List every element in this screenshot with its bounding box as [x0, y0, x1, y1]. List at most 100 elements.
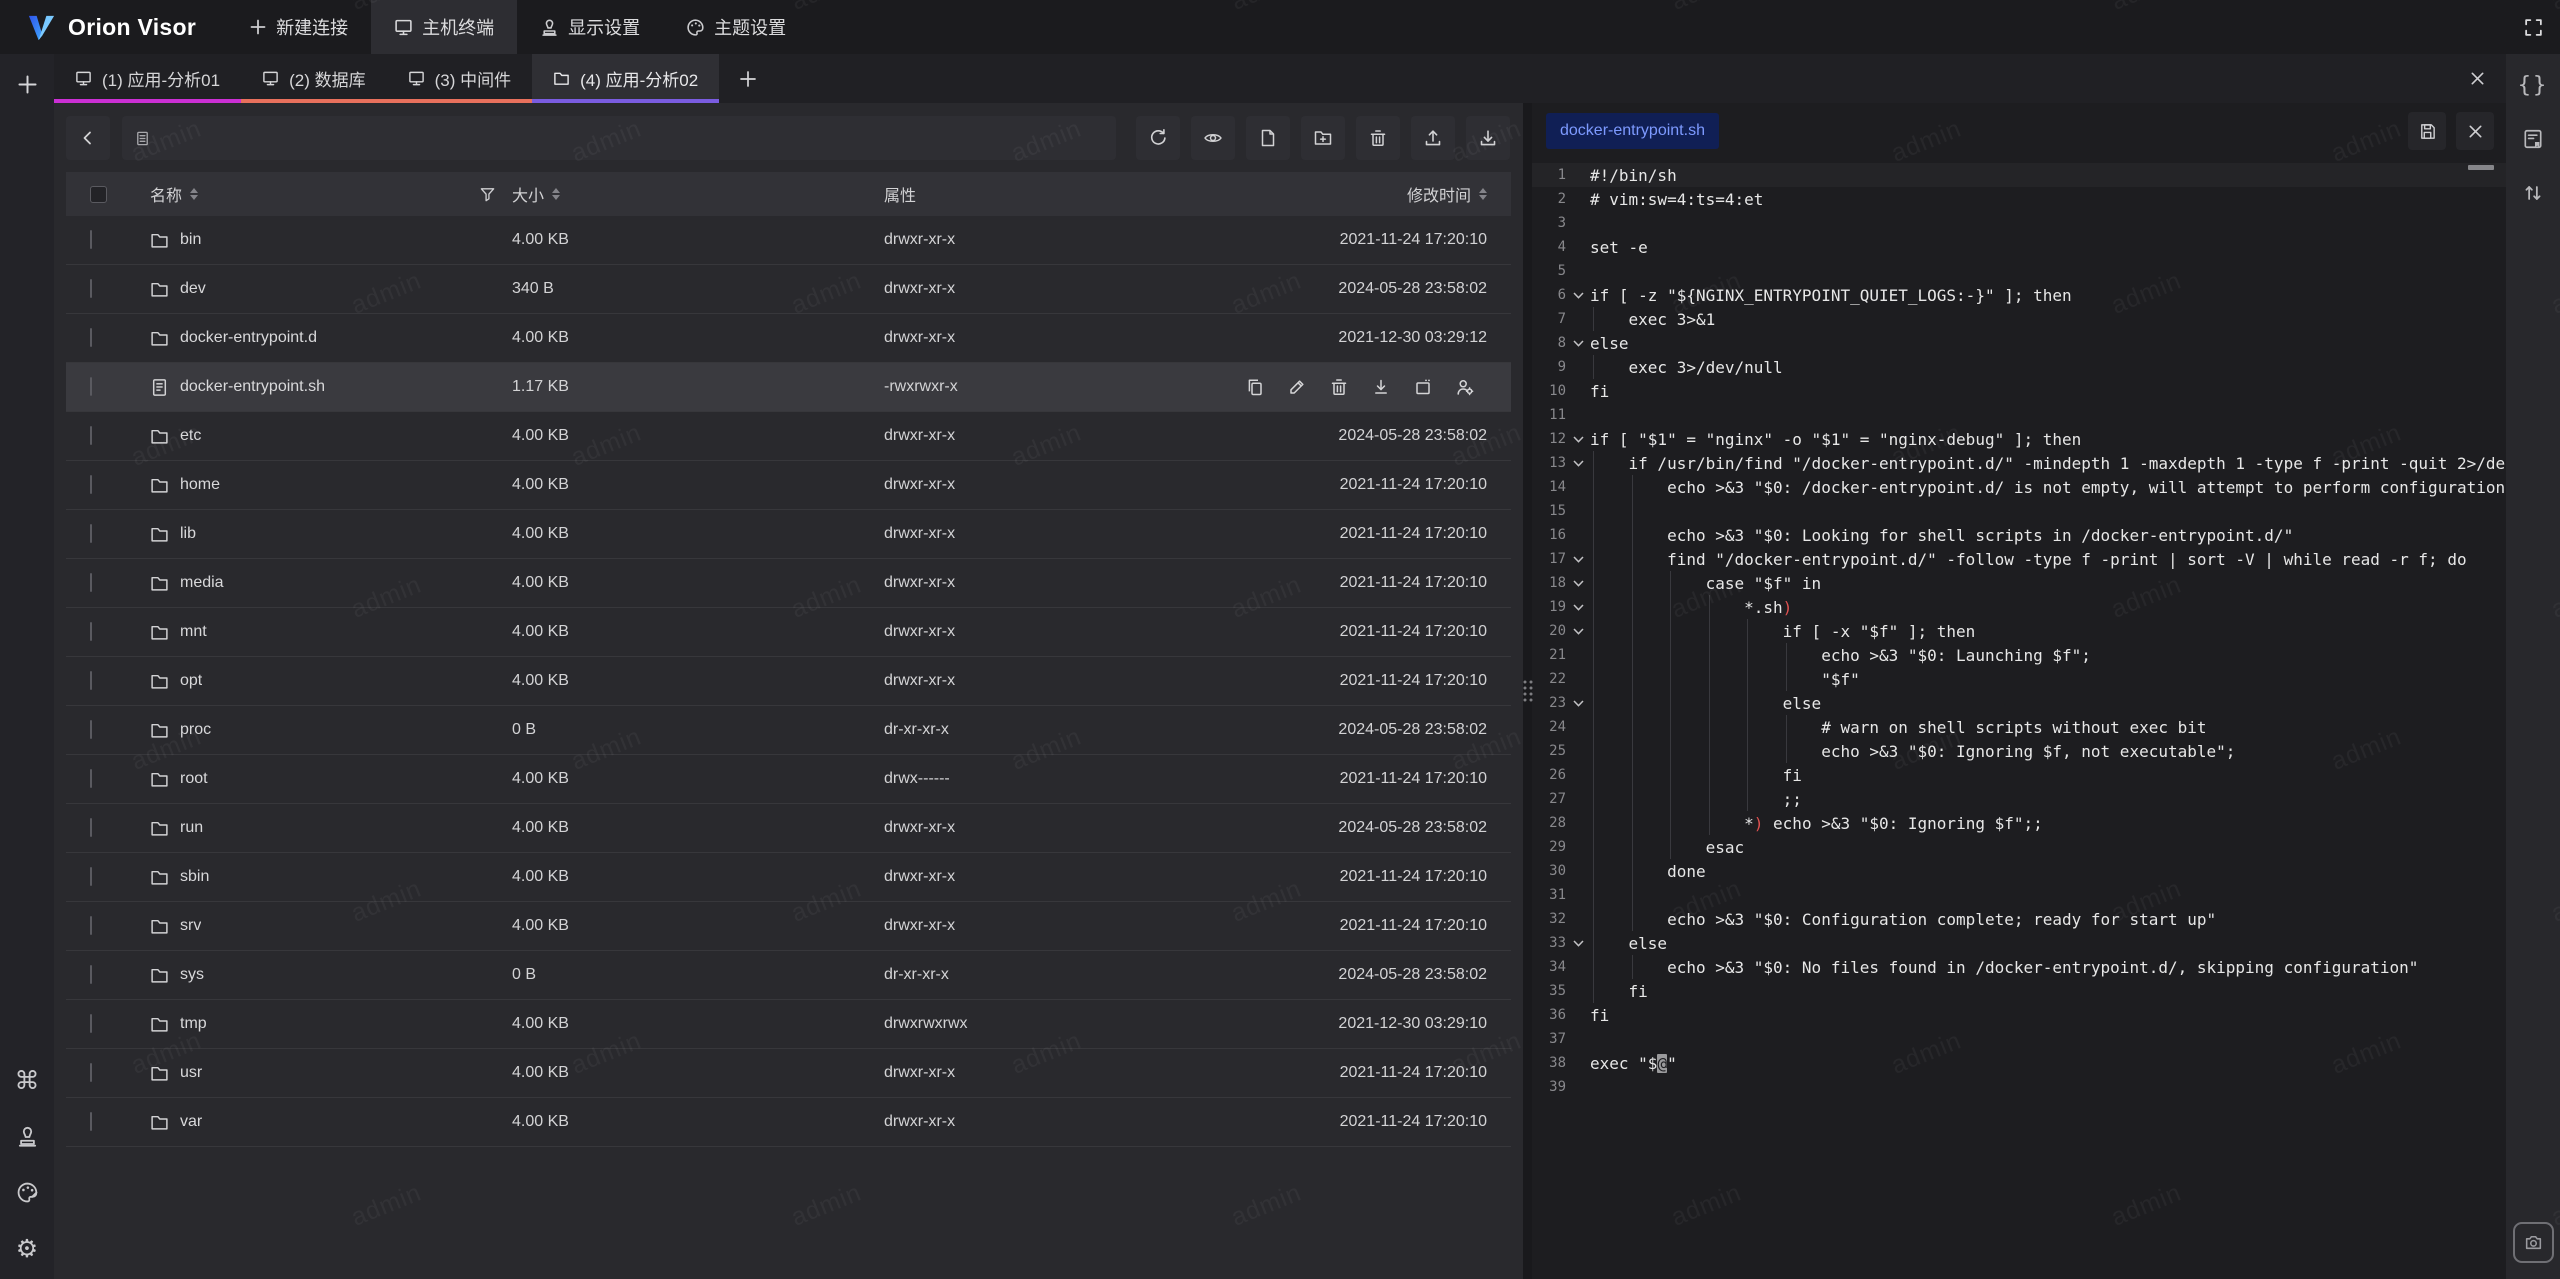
row-checkbox[interactable]: [90, 328, 92, 347]
row-checkbox[interactable]: [90, 377, 92, 396]
code-line[interactable]: 25 echo >&3 "$0: Ignoring $f, not execut…: [1532, 739, 2506, 763]
row-checkbox[interactable]: [90, 965, 92, 984]
fold-chevron-icon[interactable]: [1566, 604, 1590, 611]
upload-button[interactable]: [1411, 116, 1455, 160]
menu-new-connection[interactable]: 新建连接: [226, 0, 371, 54]
code-line[interactable]: 28 *) echo >&3 "$0: Ignoring $f";;: [1532, 811, 2506, 835]
settings-button[interactable]: ⚙: [10, 1231, 44, 1265]
menu-host-terminal[interactable]: 主机终端: [371, 0, 517, 54]
back-button[interactable]: [66, 116, 110, 160]
row-checkbox[interactable]: [90, 1063, 92, 1082]
code-line[interactable]: 9 exec 3>/dev/null: [1532, 355, 2506, 379]
column-header-name[interactable]: 名称: [150, 182, 512, 206]
row-checkbox[interactable]: [90, 671, 92, 690]
code-line[interactable]: 19 *.sh): [1532, 595, 2506, 619]
file-table-row[interactable]: tmp 4.00 KB drwxrwxrwx 2021-12-30 03:29:…: [66, 1000, 1511, 1049]
editor-file-tab[interactable]: docker-entrypoint.sh: [1546, 113, 1719, 149]
column-header-mtime[interactable]: 修改时间: [1304, 182, 1511, 206]
code-line[interactable]: 5: [1532, 259, 2506, 283]
variables-button[interactable]: {}: [2516, 68, 2550, 102]
code-line[interactable]: 20 if [ -x "$f" ]; then: [1532, 619, 2506, 643]
file-table-row[interactable]: mnt 4.00 KB drwxr-xr-x 2021-11-24 17:20:…: [66, 608, 1511, 657]
file-table-row[interactable]: etc 4.00 KB drwxr-xr-x 2024-05-28 23:58:…: [66, 412, 1511, 461]
code-line[interactable]: 37: [1532, 1027, 2506, 1051]
code-line[interactable]: 16 echo >&3 "$0: Looking for shell scrip…: [1532, 523, 2506, 547]
delete-button[interactable]: [1356, 116, 1400, 160]
edit-file-button[interactable]: [1287, 377, 1307, 397]
file-table-row[interactable]: proc 0 B dr-xr-xr-x 2024-05-28 23:58:02: [66, 706, 1511, 755]
row-checkbox[interactable]: [90, 524, 92, 543]
row-checkbox[interactable]: [90, 720, 92, 739]
code-line[interactable]: 11: [1532, 403, 2506, 427]
row-checkbox[interactable]: [90, 867, 92, 886]
add-tab-button[interactable]: [719, 54, 777, 103]
session-tab[interactable]: (1) 应用-分析01: [54, 54, 241, 103]
row-checkbox[interactable]: [90, 1014, 92, 1033]
file-bookmark-button[interactable]: [2516, 122, 2550, 156]
delete-file-button[interactable]: [1329, 377, 1349, 397]
code-line[interactable]: 35 fi: [1532, 979, 2506, 1003]
code-line[interactable]: 18 case "$f" in: [1532, 571, 2506, 595]
code-line[interactable]: 4set -e: [1532, 235, 2506, 259]
code-line[interactable]: 22 "$f": [1532, 667, 2506, 691]
code-line[interactable]: 32 echo >&3 "$0: Configuration complete;…: [1532, 907, 2506, 931]
fold-chevron-icon[interactable]: [1566, 292, 1590, 299]
row-checkbox[interactable]: [90, 230, 92, 249]
close-editor-button[interactable]: [2456, 112, 2494, 150]
sort-icon[interactable]: [552, 188, 560, 200]
code-line[interactable]: 31: [1532, 883, 2506, 907]
session-tab[interactable]: (4) 应用-分析02: [532, 54, 719, 103]
menu-theme-settings[interactable]: 主题设置: [663, 0, 809, 54]
row-checkbox[interactable]: [90, 916, 92, 935]
code-line[interactable]: 23 else: [1532, 691, 2506, 715]
truncate-file-button[interactable]: [1413, 377, 1433, 397]
fold-chevron-icon[interactable]: [1566, 460, 1590, 467]
filter-icon[interactable]: [479, 186, 496, 203]
code-line[interactable]: 29 esac: [1532, 835, 2506, 859]
file-table-row[interactable]: bin 4.00 KB drwxr-xr-x 2021-11-24 17:20:…: [66, 216, 1511, 265]
fold-chevron-icon[interactable]: [1566, 556, 1590, 563]
save-file-button[interactable]: [2408, 112, 2446, 150]
refresh-button[interactable]: [1136, 116, 1180, 160]
file-table-row[interactable]: usr 4.00 KB drwxr-xr-x 2021-11-24 17:20:…: [66, 1049, 1511, 1098]
sort-icon[interactable]: [190, 188, 198, 200]
code-line[interactable]: 8else: [1532, 331, 2506, 355]
download-button[interactable]: [1466, 116, 1510, 160]
menu-display-settings[interactable]: 显示设置: [517, 0, 663, 54]
code-line[interactable]: 3: [1532, 211, 2506, 235]
file-table-row[interactable]: docker-entrypoint.d 4.00 KB drwxr-xr-x 2…: [66, 314, 1511, 363]
code-line[interactable]: 6if [ -z "${NGINX_ENTRYPOINT_QUIET_LOGS:…: [1532, 283, 2506, 307]
fold-chevron-icon[interactable]: [1566, 700, 1590, 707]
row-checkbox[interactable]: [90, 573, 92, 592]
row-checkbox[interactable]: [90, 279, 92, 298]
file-table-row[interactable]: opt 4.00 KB drwxr-xr-x 2021-11-24 17:20:…: [66, 657, 1511, 706]
code-line[interactable]: 21 echo >&3 "$0: Launching $f";: [1532, 643, 2506, 667]
preview-button[interactable]: [1191, 116, 1235, 160]
code-line[interactable]: 12if [ "$1" = "nginx" -o "$1" = "nginx-d…: [1532, 427, 2506, 451]
code-line[interactable]: 39: [1532, 1075, 2506, 1099]
fold-chevron-icon[interactable]: [1566, 580, 1590, 587]
code-line[interactable]: 1#!/bin/sh: [1532, 163, 2506, 187]
file-table-row[interactable]: media 4.00 KB drwxr-xr-x 2021-11-24 17:2…: [66, 559, 1511, 608]
code-line[interactable]: 34 echo >&3 "$0: No files found in /dock…: [1532, 955, 2506, 979]
new-folder-button[interactable]: [1301, 116, 1345, 160]
code-line[interactable]: 38exec "$@": [1532, 1051, 2506, 1075]
file-table-row[interactable]: sbin 4.00 KB drwxr-xr-x 2021-11-24 17:20…: [66, 853, 1511, 902]
sort-icon[interactable]: [1479, 188, 1487, 200]
session-tab[interactable]: (3) 中间件: [387, 54, 533, 103]
download-file-button[interactable]: [1371, 377, 1391, 397]
row-checkbox[interactable]: [90, 426, 92, 445]
path-input[interactable]: [159, 129, 1104, 147]
row-checkbox[interactable]: [90, 1112, 92, 1131]
code-line[interactable]: 13 if /usr/bin/find "/docker-entrypoint.…: [1532, 451, 2506, 475]
file-table-row[interactable]: var 4.00 KB drwxr-xr-x 2021-11-24 17:20:…: [66, 1098, 1511, 1147]
sort-order-button[interactable]: [2516, 176, 2550, 210]
new-file-button[interactable]: [1246, 116, 1290, 160]
file-table-row[interactable]: root 4.00 KB drwx------ 2021-11-24 17:20…: [66, 755, 1511, 804]
fold-chevron-icon[interactable]: [1566, 340, 1590, 347]
session-tab[interactable]: (2) 数据库: [241, 54, 387, 103]
code-line[interactable]: 10fi: [1532, 379, 2506, 403]
code-line[interactable]: 30 done: [1532, 859, 2506, 883]
file-table-row[interactable]: run 4.00 KB drwxr-xr-x 2024-05-28 23:58:…: [66, 804, 1511, 853]
shortcut-keys-button[interactable]: ⌘: [10, 1063, 44, 1097]
